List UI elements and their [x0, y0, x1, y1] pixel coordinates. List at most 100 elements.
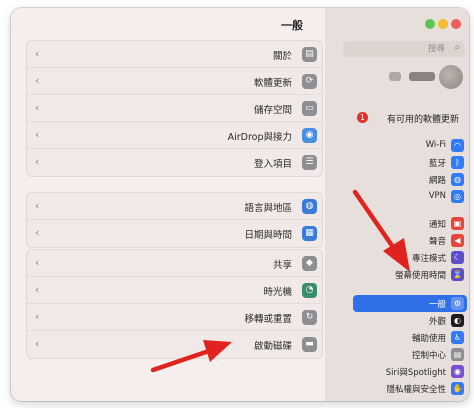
sidebar-item-label: 外觀 — [428, 317, 446, 327]
time-machine-icon: ◔ — [302, 283, 317, 298]
general-gear-icon: ⚙ — [451, 297, 464, 310]
sidebar-item[interactable]: 螢幕使用時間 ⌛ — [353, 266, 467, 283]
sidebar-item-label: 專注模式 — [411, 254, 446, 264]
sidebar-item[interactable]: Siri與Spotlight ◉ — [353, 363, 467, 380]
sidebar-item-label: 通知 — [428, 220, 446, 230]
wifi-icon: ◠ — [451, 139, 464, 152]
startup-disk-icon: ▬ — [302, 337, 317, 352]
settings-row[interactable]: ‹ 登入項目 ☰ — [27, 149, 322, 176]
settings-row-label: 共享 — [272, 260, 292, 271]
sidebar-item-label: 藍牙 — [428, 159, 446, 169]
close-button[interactable] — [451, 19, 461, 29]
settings-row[interactable]: ‹ 儲存空間 ▭ — [27, 95, 322, 122]
chevron-icon: ‹ — [35, 283, 40, 296]
chevron-icon: ‹ — [35, 74, 40, 87]
settings-row-label: 日期與時間 — [244, 230, 292, 241]
sidebar-item[interactable]: 輔助使用 ♿ — [353, 329, 467, 346]
account-name-redacted — [389, 72, 401, 81]
settings-row-label: 時光機 — [263, 287, 292, 298]
sidebar-item[interactable]: 聲音 ◀ — [353, 232, 467, 249]
globe-icon: ◍ — [302, 199, 317, 214]
sidebar-item[interactable]: 網路 ◍ — [353, 171, 467, 188]
settings-row[interactable]: ‹ 語言與地區 ◍ — [27, 193, 322, 220]
settings-row-label: 移轉或重置 — [244, 314, 292, 325]
notifications-icon: ▣ — [451, 217, 464, 230]
gear-refresh-icon: ⟳ — [302, 74, 317, 89]
sidebar-item[interactable]: 隱私權與安全性 ✋ — [353, 380, 467, 397]
chevron-icon: ‹ — [35, 128, 40, 141]
software-update-notice[interactable]: 1 有可用的軟體更新 — [345, 108, 467, 128]
account-name-redacted — [409, 72, 435, 81]
screen-time-icon: ⌛ — [451, 268, 464, 281]
settings-row[interactable]: ‹ 軟體更新 ⟳ — [27, 68, 322, 95]
general-content-pane: 一般 ‹ 關於 ▤ ‹ 軟體更新 ⟳ ‹ 儲存空間 ▭ ‹ AirDrop與接力 ◉ ‹ 登入項目 ☰ ‹ 語… — [11, 8, 332, 401]
minimize-button[interactable] — [438, 19, 448, 29]
sidebar-item[interactable]: 藍牙 ᛒ — [353, 154, 467, 171]
airdrop-icon: ◉ — [302, 128, 317, 143]
sidebar-item-label: 一般 — [428, 300, 446, 310]
login-items-icon: ☰ — [302, 155, 317, 170]
settings-row[interactable]: ‹ AirDrop與接力 ◉ — [27, 122, 322, 149]
settings-row[interactable]: ‹ 啟動磁碟 ▬ — [27, 331, 322, 358]
settings-window: 一般 ‹ 關於 ▤ ‹ 軟體更新 ⟳ ‹ 儲存空間 ▭ ‹ AirDrop與接力 ◉ ‹ 登入項目 ☰ ‹ 語… — [11, 8, 469, 401]
settings-row-label: 儲存空間 — [253, 105, 292, 116]
sidebar-item[interactable]: Wi-Fi ◠ — [353, 137, 467, 154]
sidebar-item-label: 螢幕使用時間 — [394, 271, 446, 281]
search-field[interactable]: ⌕ — [343, 41, 465, 57]
sidebar: ⌕ 1 有可用的軟體更新 Wi-Fi ◠ 藍牙 ᛒ 網路 ◍ VPN ◎ 通知 ▣ 聲音 ◀ 專注模式 ☾… — [325, 8, 469, 401]
settings-row[interactable]: ‹ 日期與時間 ▦ — [27, 220, 322, 247]
sidebar-item-label: 聲音 — [428, 237, 446, 247]
chevron-icon: ‹ — [35, 310, 40, 323]
sidebar-item-label: 輔助使用 — [411, 334, 446, 344]
sidebar-item[interactable]: 通知 ▣ — [353, 215, 467, 232]
settings-row-label: 關於 — [272, 51, 292, 62]
about-storage-group: ‹ 關於 ▤ ‹ 軟體更新 ⟳ ‹ 儲存空間 ▭ ‹ AirDrop與接力 ◉ ‹ 登入項目 ☰ — [26, 40, 323, 177]
zoom-button[interactable] — [425, 19, 435, 29]
sidebar-item[interactable]: VPN ◎ — [353, 188, 467, 205]
bluetooth-icon: ᛒ — [451, 156, 464, 169]
info-icon: ▤ — [302, 47, 317, 62]
chevron-icon: ‹ — [35, 337, 40, 350]
software-update-label: 有可用的軟體更新 — [386, 115, 459, 125]
settings-row-label: 啟動磁碟 — [253, 341, 292, 352]
accessibility-icon: ♿ — [451, 331, 464, 344]
chevron-icon: ‹ — [35, 47, 40, 60]
sidebar-item-label: 網路 — [428, 176, 446, 186]
chevron-icon: ‹ — [35, 101, 40, 114]
sidebar-item[interactable]: 專注模式 ☾ — [353, 249, 467, 266]
avatar[interactable] — [439, 65, 463, 89]
control-center-icon: ▤ — [451, 348, 464, 361]
siri-icon: ◉ — [451, 365, 464, 378]
chevron-icon: ‹ — [35, 226, 40, 239]
chevron-icon: ‹ — [35, 256, 40, 269]
page-title: 一般 — [281, 19, 303, 32]
appearance-icon: ◐ — [451, 314, 464, 327]
focus-icon: ☾ — [451, 251, 464, 264]
sharing-icon: ◆ — [302, 256, 317, 271]
calendar-icon: ▦ — [302, 226, 317, 241]
settings-row-label: AirDrop與接力 — [227, 132, 292, 143]
settings-row[interactable]: ‹ 共享 ◆ — [27, 250, 322, 277]
search-icon: ⌕ — [454, 42, 460, 53]
sidebar-item[interactable]: 控制中心 ▤ — [353, 346, 467, 363]
reset-icon: ↻ — [302, 310, 317, 325]
sidebar-item-label: 控制中心 — [411, 351, 446, 361]
settings-row-label: 軟體更新 — [253, 78, 292, 89]
sidebar-item[interactable]: 外觀 ◐ — [353, 312, 467, 329]
chevron-icon: ‹ — [35, 199, 40, 212]
settings-row-label: 登入項目 — [253, 159, 292, 170]
settings-row[interactable]: ‹ 關於 ▤ — [27, 41, 322, 68]
sound-icon: ◀ — [451, 234, 464, 247]
privacy-hand-icon: ✋ — [451, 382, 464, 395]
language-date-group: ‹ 語言與地區 ◍ ‹ 日期與時間 ▦ — [26, 192, 323, 248]
settings-row[interactable]: ‹ 移轉或重置 ↻ — [27, 304, 322, 331]
network-icon: ◍ — [451, 173, 464, 186]
vpn-icon: ◎ — [451, 190, 464, 203]
settings-row[interactable]: ‹ 時光機 ◔ — [27, 277, 322, 304]
settings-row-label: 語言與地區 — [244, 203, 292, 214]
search-input[interactable] — [347, 42, 445, 56]
sidebar-item[interactable]: 一般 ⚙ — [353, 295, 467, 312]
sharing-reset-group: ‹ 共享 ◆ ‹ 時光機 ◔ ‹ 移轉或重置 ↻ ‹ 啟動磁碟 ▬ — [26, 249, 323, 359]
sidebar-item-label: Wi-Fi — [425, 140, 446, 150]
sidebar-item-label: VPN — [428, 191, 446, 201]
